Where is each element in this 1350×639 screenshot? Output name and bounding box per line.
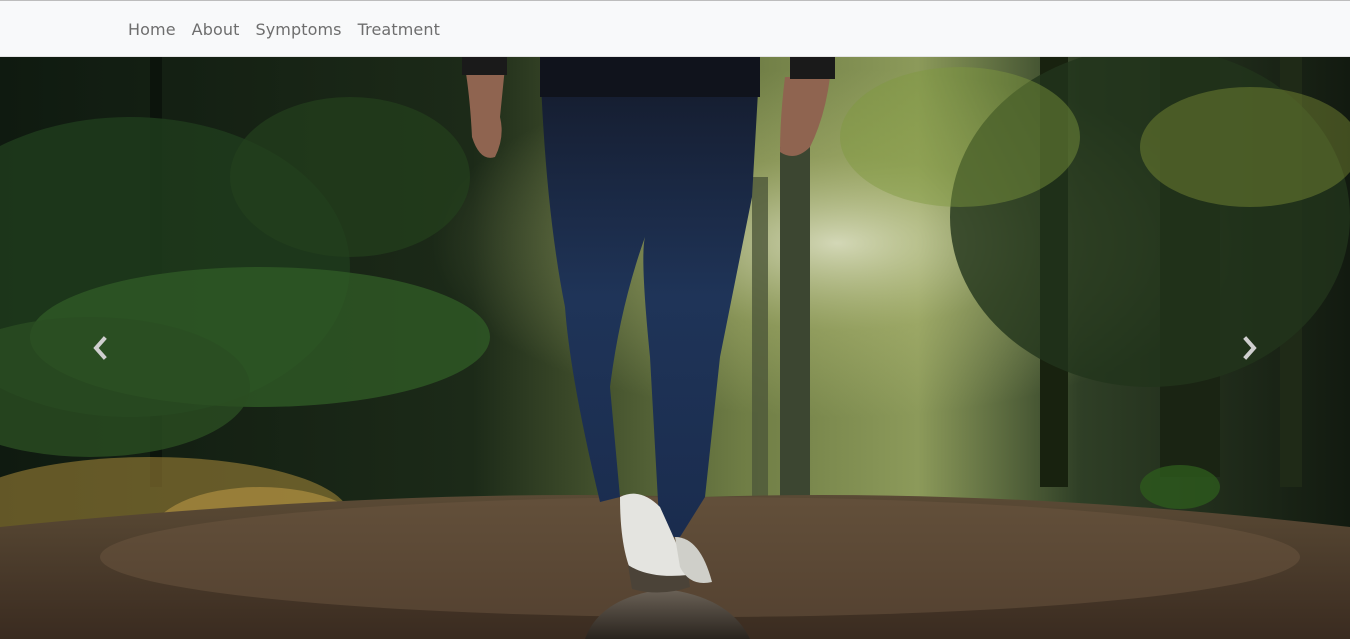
carousel-next-button[interactable] [1150,57,1350,639]
nav-link-about[interactable]: About [184,20,248,39]
chevron-right-icon [1243,336,1257,360]
nav-link-home[interactable]: Home [120,20,184,39]
nav-link-treatment[interactable]: Treatment [350,20,448,39]
top-navbar: Home About Symptoms Treatment [0,0,1350,57]
forest-walk-image [0,57,1350,639]
nav-link-symptoms[interactable]: Symptoms [247,20,349,39]
carousel-prev-button[interactable] [0,57,200,639]
carousel-slide-forest-walk [0,57,1350,639]
chevron-left-icon [93,336,107,360]
hero-carousel [0,57,1350,639]
nav-links: Home About Symptoms Treatment [120,1,448,58]
